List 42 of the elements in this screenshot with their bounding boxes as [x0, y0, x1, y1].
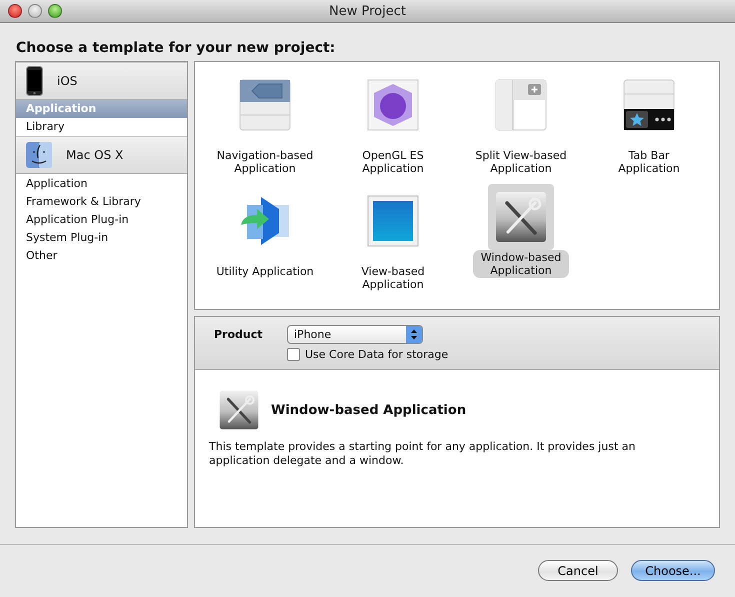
- template-label[interactable]: Split View-based Application: [467, 148, 575, 176]
- utility-icon: [239, 195, 291, 247]
- zoom-button[interactable]: [48, 4, 62, 18]
- split-view-icon: [495, 79, 547, 131]
- sidebar-item[interactable]: Framework & Library: [16, 193, 187, 211]
- product-label: Product: [213, 328, 264, 340]
- sidebar-section-header[interactable]: iOS: [16, 62, 187, 100]
- template-label[interactable]: OpenGL ES Application: [354, 148, 432, 176]
- minimize-button[interactable]: [28, 4, 42, 18]
- sidebar-item[interactable]: Other: [16, 247, 187, 265]
- product-select[interactable]: iPhone: [287, 324, 423, 344]
- stepper-icon: [406, 326, 422, 342]
- section-title: iOS: [57, 74, 78, 88]
- choose-button[interactable]: Choose...: [631, 560, 715, 581]
- section-title: Mac OS X: [66, 148, 124, 162]
- template-label[interactable]: Window-based Application: [472, 250, 570, 278]
- core-data-checkbox[interactable]: Use Core Data for storage: [287, 345, 719, 363]
- tools-icon: [219, 390, 259, 430]
- cube-icon: [367, 79, 419, 131]
- template-title: Window-based Application: [271, 402, 466, 418]
- view-icon: [367, 195, 419, 247]
- sidebar-item[interactable]: Library: [16, 118, 187, 136]
- finder-icon: [26, 142, 52, 168]
- sidebar-item[interactable]: System Plug-in: [16, 229, 187, 247]
- dialog-heading: Choose a template for your new project:: [15, 39, 336, 58]
- template-label[interactable]: Utility Application: [208, 264, 322, 279]
- checkbox-label: Use Core Data for storage: [305, 348, 448, 360]
- template-label[interactable]: Navigation-based Application: [208, 148, 322, 176]
- window-title: New Project: [329, 4, 406, 18]
- sidebar-item[interactable]: Application: [16, 175, 187, 193]
- template-description: This template provides a starting point for any application. It provides just an application delegate and a window.: [209, 440, 636, 468]
- sidebar-item[interactable]: Application Plug-in: [16, 211, 187, 229]
- template-label[interactable]: Tab Bar Application: [610, 148, 688, 176]
- navigation-template-icon: [239, 79, 291, 131]
- tab-bar-icon: [623, 79, 675, 131]
- template-item[interactable]: [488, 184, 554, 250]
- cancel-button[interactable]: Cancel: [538, 560, 618, 581]
- tools-icon: [495, 191, 547, 243]
- phone-icon: [26, 66, 43, 96]
- close-button[interactable]: [8, 4, 22, 18]
- sidebar-section-header[interactable]: Mac OS X: [16, 136, 187, 174]
- template-label[interactable]: View-based Application: [353, 264, 433, 292]
